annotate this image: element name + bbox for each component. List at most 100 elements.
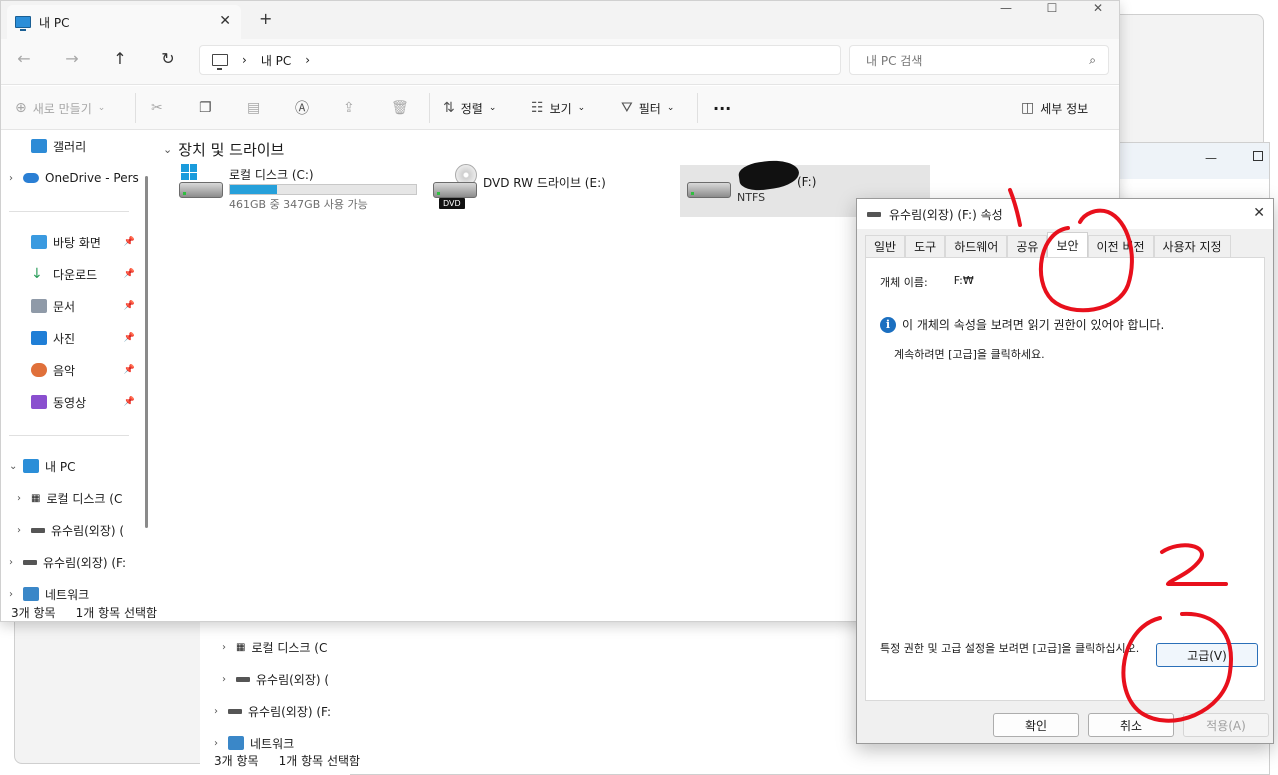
back-arrow-icon[interactable]: ← <box>11 49 37 71</box>
sidebar-item-local-disk[interactable]: › ▦ 로컬 디스크 (C <box>17 485 139 511</box>
maximize-icon[interactable] <box>1253 151 1263 161</box>
new-button-label: 새로 만들기 <box>32 101 92 116</box>
windows-logo-icon <box>181 164 197 180</box>
sort-label: 정렬 <box>460 101 483 116</box>
tab-customize[interactable]: 사용자 지정 <box>1153 235 1231 257</box>
share-icon[interactable]: ⇪ <box>343 97 355 119</box>
pin-icon[interactable]: 📌 <box>124 333 135 343</box>
sidebar-item-desktop[interactable]: 바탕 화면 📌 <box>31 229 135 255</box>
chevron-right-icon: › <box>222 673 226 685</box>
address-bar[interactable]: › 내 PC › <box>199 45 841 75</box>
tab-security[interactable]: 보안 <box>1047 232 1088 258</box>
tab-this-pc[interactable]: 내 PC ✕ <box>7 5 241 39</box>
sidebar-item-gallery[interactable]: 갤러리 <box>31 133 141 159</box>
drive-item-c[interactable]: 로컬 디스크 (C:) 461GB 중 347GB 사용 가능 <box>179 164 429 216</box>
pin-icon[interactable]: 📌 <box>124 269 135 279</box>
copy-icon[interactable]: ❐ <box>199 97 212 119</box>
sidebar-item-label: 문서 <box>53 299 76 314</box>
pin-icon[interactable]: 📌 <box>124 237 135 247</box>
sidebar-item-pictures[interactable]: 사진 📌 <box>31 325 135 351</box>
new-button[interactable]: ⊕ 새로 만들기 ⌄ <box>15 97 105 119</box>
close-window-icon[interactable]: ✕ <box>1075 1 1119 19</box>
sidebar-item-label: 네트워크 <box>45 587 90 602</box>
tab-general[interactable]: 일반 <box>865 235 906 257</box>
chevron-down-icon: ⌄ <box>163 143 173 156</box>
sidebar-item-videos[interactable]: 동영상 📌 <box>31 389 135 415</box>
drive-usage-bar <box>229 184 417 195</box>
sidebar-item-downloads[interactable]: ↓ 다운로드 📌 <box>31 261 135 287</box>
tab-close-icon[interactable]: ✕ <box>219 13 231 29</box>
maximize-icon[interactable]: ☐ <box>1029 1 1075 19</box>
bg-nav-label: 유수림(외장) ( <box>256 672 330 687</box>
sidebar-item-external-2[interactable]: › 유수림(외장) (F: <box>9 549 139 575</box>
sidebar-item-label: OneDrive - Pers <box>45 171 139 185</box>
rename-icon[interactable]: Ⓐ <box>295 97 309 119</box>
cancel-button[interactable]: 취소 <box>1088 713 1174 737</box>
video-icon <box>31 395 47 409</box>
filter-label: 필터 <box>638 101 661 116</box>
sidebar-item-onedrive[interactable]: › OneDrive - Pers <box>9 165 139 191</box>
dvd-badge: DVD <box>439 198 465 209</box>
apply-button[interactable]: 적용(A) <box>1183 713 1269 737</box>
refresh-icon[interactable]: ↻ <box>155 49 181 71</box>
details-label: 세부 정보 <box>1040 101 1089 116</box>
view-icon: ☷ <box>531 100 544 116</box>
dialog-close-icon[interactable]: ✕ <box>1253 205 1265 221</box>
sidebar-item-music[interactable]: 음악 📌 <box>31 357 135 383</box>
sidebar-item-label: 유수림(외장) ( <box>51 523 125 538</box>
chevron-right-icon: › <box>17 524 21 536</box>
paste-icon[interactable]: ▤ <box>247 97 260 119</box>
pin-icon[interactable]: 📌 <box>124 301 135 311</box>
bg-nav-item-external1[interactable]: › 유수림(외장) ( <box>222 667 329 691</box>
drive-item-e[interactable]: DVD DVD RW 드라이브 (E:) <box>433 164 663 216</box>
bg-nav-item-local-disk[interactable]: › ▦ 로컬 디스크 (C <box>222 635 327 659</box>
drive-filesystem: NTFS <box>737 191 766 204</box>
plus-circle-icon: ⊕ <box>15 100 27 116</box>
ok-button[interactable]: 확인 <box>993 713 1079 737</box>
forward-arrow-icon[interactable]: → <box>59 49 85 71</box>
breadcrumb-separator[interactable]: › <box>305 53 310 67</box>
group-header-devices[interactable]: ⌄ 장치 및 드라이브 <box>163 139 284 160</box>
view-button[interactable]: ☷ 보기 ⌄ <box>531 97 585 119</box>
tab-hardware[interactable]: 하드웨어 <box>945 235 1008 257</box>
details-pane-icon: ◫ <box>1021 100 1035 116</box>
chevron-down-icon: ⌄ <box>666 103 675 113</box>
sort-icon: ⇅ <box>443 100 455 116</box>
drive-name: DVD RW 드라이브 (E:) <box>483 176 606 190</box>
tab-tools[interactable]: 도구 <box>905 235 946 257</box>
desktop-icon <box>31 235 47 249</box>
sidebar-item-this-pc[interactable]: ⌄ 내 PC <box>9 453 139 479</box>
sidebar-item-external-1[interactable]: › 유수림(외장) ( <box>17 517 139 543</box>
drive-free-space: 461GB 중 347GB 사용 가능 <box>229 198 368 211</box>
gallery-icon <box>31 139 47 153</box>
more-options-button[interactable]: ··· <box>713 97 731 119</box>
nav-scrollbar[interactable] <box>145 176 148 528</box>
bg-nav-item-external2[interactable]: › 유수림(외장) (F: <box>214 699 331 723</box>
delete-icon[interactable]: 🗑 <box>391 97 409 119</box>
sort-button[interactable]: ⇅ 정렬 ⌄ <box>443 97 496 119</box>
tab-sharing[interactable]: 공유 <box>1007 235 1048 257</box>
sidebar-item-documents[interactable]: 문서 📌 <box>31 293 135 319</box>
advanced-description: 특정 권한 및 고급 설정을 보려면 [고급]을 클릭하십시오. <box>880 642 1140 655</box>
minimize-icon[interactable]: — <box>983 1 1029 19</box>
sidebar-item-label: 바탕 화면 <box>53 235 101 250</box>
object-name-label: 개체 이름: <box>880 276 928 289</box>
status-item-count: 3개 항목 <box>214 754 259 768</box>
filter-button[interactable]: ⛛ 필터 ⌄ <box>621 97 674 119</box>
tab-previous-versions[interactable]: 이전 버전 <box>1087 235 1154 257</box>
pin-icon[interactable]: 📌 <box>124 397 135 407</box>
breadcrumb-this-pc[interactable]: 내 PC <box>261 52 291 69</box>
details-pane-button[interactable]: ◫ 세부 정보 <box>1021 97 1088 119</box>
filter-icon: ⛛ <box>621 100 633 116</box>
advanced-button[interactable]: 고급(V) <box>1156 643 1258 667</box>
dialog-tabs: 일반 도구 하드웨어 공유 보안 이전 버전 사용자 지정 <box>865 232 1265 258</box>
download-icon: ↓ <box>31 266 43 282</box>
new-tab-button[interactable]: + <box>259 9 272 28</box>
minimize-icon[interactable]: — <box>1205 151 1217 165</box>
pin-icon[interactable]: 📌 <box>124 365 135 375</box>
cut-icon[interactable]: ✂ <box>151 97 163 119</box>
info-icon: i <box>880 316 896 333</box>
up-arrow-icon[interactable]: ↑ <box>107 49 133 71</box>
hard-drive-icon <box>179 182 223 198</box>
search-input[interactable]: 내 PC 검색 ⌕ <box>849 45 1109 75</box>
